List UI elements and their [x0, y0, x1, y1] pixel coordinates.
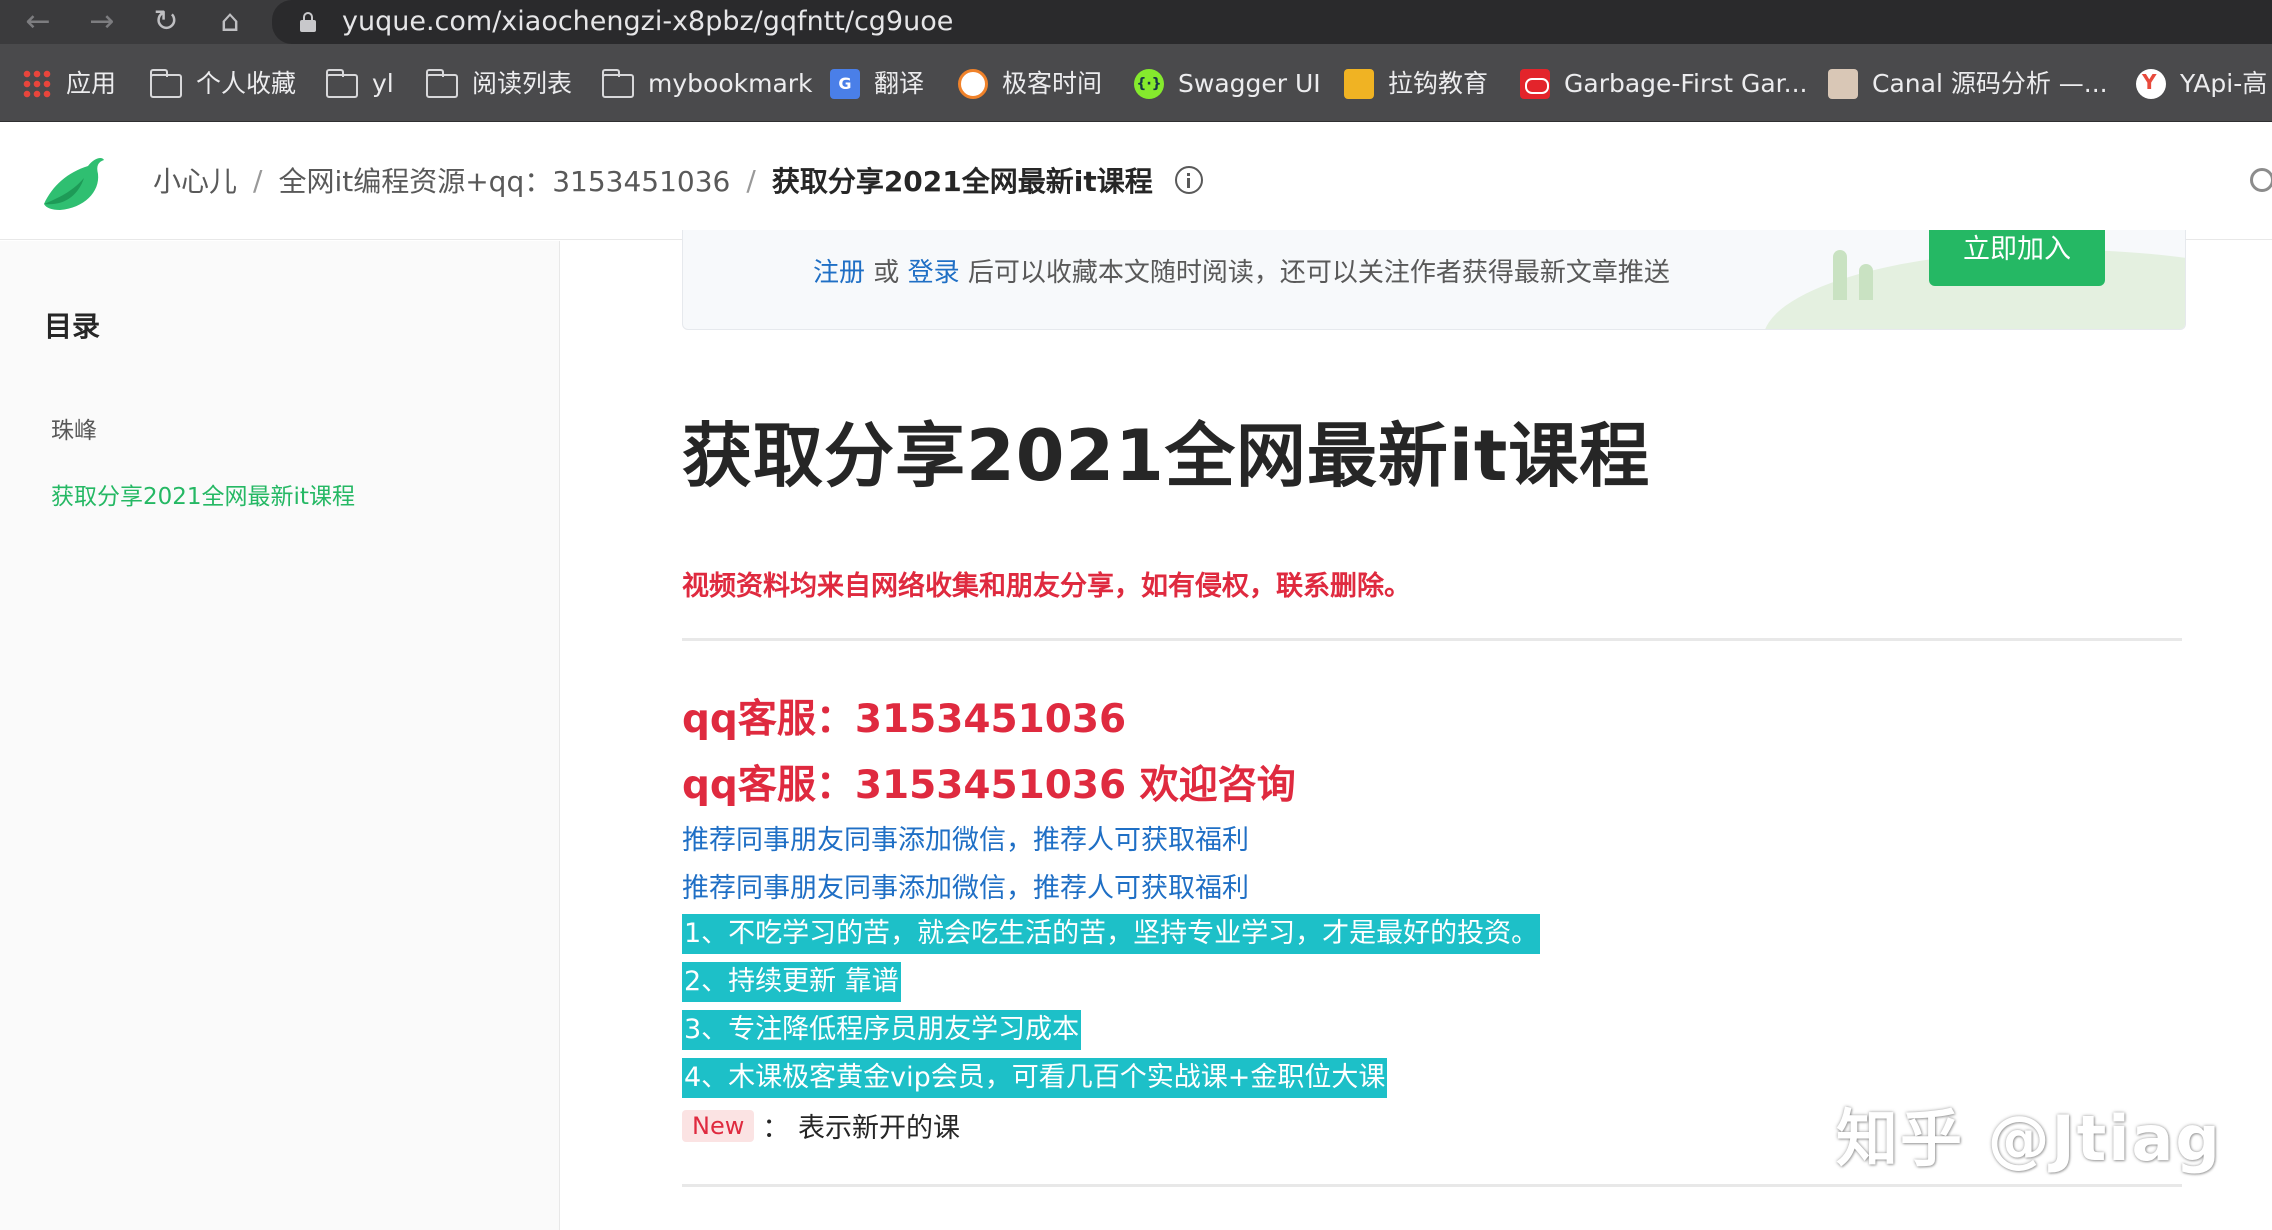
search-icon[interactable] — [2250, 168, 2272, 192]
geektime-icon — [958, 69, 988, 99]
breadcrumb-user[interactable]: 小心儿 — [153, 160, 237, 200]
home-icon[interactable]: ⌂ — [210, 2, 250, 42]
bookmark-yl[interactable]: yl — [326, 64, 394, 104]
bookmark-yapi[interactable]: YApi-高 — [2136, 64, 2267, 104]
bookmark-translate[interactable]: G 翻译 — [830, 64, 924, 104]
bookmark-g1-gc[interactable]: Garbage-First Gar... — [1520, 64, 1808, 104]
highlight-line: 3、专注降低程序员朋友学习成本 — [682, 1010, 1082, 1050]
login-banner: 注册 或 登录 后可以收藏本文随时阅读，还可以关注作者获得最新文章推送 立即加入 — [682, 230, 2186, 330]
folder-icon — [150, 68, 182, 98]
forward-arrow-icon[interactable]: → — [82, 2, 122, 42]
breadcrumb: 小心儿 / 全网it编程资源+qq：3153451036 / 获取分享2021全… — [153, 160, 1203, 200]
info-icon[interactable] — [1174, 166, 1203, 194]
highlight-line: 2、持续更新 靠谱 — [682, 962, 901, 1002]
apps-grid-icon — [22, 69, 52, 99]
referral-line: 推荐同事朋友同事添加微信，推荐人可获取福利 — [682, 825, 1249, 856]
toc-item-current-doc[interactable]: 获取分享2021全网最新it课程 — [51, 477, 355, 511]
folder-icon — [426, 68, 458, 98]
url-text[interactable]: yuque.com/xiaochengzi-x8pbz/gqfntt/cg9uo… — [342, 3, 953, 41]
folder-icon — [602, 68, 634, 98]
bookmark-swagger[interactable]: {·} Swagger UI — [1134, 64, 1321, 104]
new-legend: New ： 表示新开的课 — [682, 1106, 960, 1145]
banner-text: 注册 或 登录 后可以收藏本文随时阅读，还可以关注作者获得最新文章推送 — [813, 252, 1670, 289]
bookmark-mybookmark[interactable]: mybookmark — [602, 64, 813, 104]
app-header: 小心儿 / 全网it编程资源+qq：3153451036 / 获取分享2021全… — [0, 122, 2272, 240]
lock-icon[interactable] — [300, 12, 316, 32]
breadcrumb-repo[interactable]: 全网it编程资源+qq：3153451036 — [278, 160, 730, 200]
toc-title: 目录 — [44, 310, 101, 343]
banner-or: 或 — [873, 258, 900, 288]
bookmark-reading-list[interactable]: 阅读列表 — [426, 64, 572, 104]
toc-item-zhufeng[interactable]: 珠峰 — [51, 411, 97, 445]
divider — [682, 638, 2182, 641]
swagger-icon: {·} — [1134, 69, 1164, 99]
breadcrumb-separator: / — [746, 163, 756, 197]
oracle-icon — [1520, 69, 1550, 99]
banner-tree-illustration — [1859, 264, 1873, 300]
doc-title: 获取分享2021全网最新it课程 — [682, 415, 1651, 497]
back-arrow-icon[interactable]: ← — [18, 2, 58, 42]
google-translate-icon: G — [830, 69, 860, 99]
browser-address-row: ← → ↻ ⌂ yuque.com/xiaochengzi-x8pbz/gqfn… — [0, 0, 2272, 44]
copyright-note: 视频资料均来自网络收集和朋友分享，如有侵权，联系删除。 — [682, 571, 1411, 602]
lagou-icon — [1344, 69, 1374, 99]
referral-line: 推荐同事朋友同事添加微信，推荐人可获取福利 — [682, 873, 1249, 904]
highlight-line: 1、不吃学习的苦，就会吃生活的苦，坚持专业学习，才是最好的投资。 — [682, 914, 1541, 954]
bookmark-lagou[interactable]: 拉钩教育 — [1344, 64, 1488, 104]
banner-tree-illustration — [1833, 250, 1847, 300]
register-link[interactable]: 注册 — [813, 258, 865, 288]
login-link[interactable]: 登录 — [908, 258, 960, 288]
toc-sidebar: 目录 珠峰 获取分享2021全网最新it课程 — [0, 241, 560, 1230]
qq-contact-line: qq客服：3153451036 欢迎咨询 — [682, 763, 1296, 808]
folder-icon — [326, 68, 358, 98]
yuque-bird-logo-icon[interactable] — [38, 152, 108, 214]
canal-avatar-icon — [1828, 69, 1858, 99]
divider — [682, 1184, 2182, 1187]
bookmark-apps[interactable]: 应用 — [22, 64, 116, 104]
bookmarks-bar: 应用 个人收藏 yl 阅读列表 mybookmark G 翻译 极客时间 {·}… — [0, 44, 2272, 122]
join-now-button[interactable]: 立即加入 — [1929, 230, 2105, 286]
qq-contact-line: qq客服：3153451036 — [682, 697, 1127, 742]
reload-icon[interactable]: ↻ — [146, 2, 186, 42]
bookmark-favorites[interactable]: 个人收藏 — [150, 64, 296, 104]
breadcrumb-current-doc: 获取分享2021全网最新it课程 — [771, 165, 1153, 198]
banner-message: 后可以收藏本文随时阅读，还可以关注作者获得最新文章推送 — [967, 258, 1670, 288]
new-badge: New — [682, 1109, 755, 1142]
zhihu-watermark: 知乎 @Jtiag — [1836, 1102, 2222, 1175]
bookmark-canal[interactable]: Canal 源码分析 —... — [1828, 64, 2108, 104]
bookmark-geektime[interactable]: 极客时间 — [958, 64, 1102, 104]
highlight-line: 4、木课极客黄金vip会员，可看几百个实战课+金职位大课 — [682, 1058, 1388, 1098]
new-legend-text: ： 表示新开的课 — [762, 1113, 960, 1144]
yapi-icon — [2136, 69, 2166, 99]
breadcrumb-separator: / — [253, 163, 263, 197]
